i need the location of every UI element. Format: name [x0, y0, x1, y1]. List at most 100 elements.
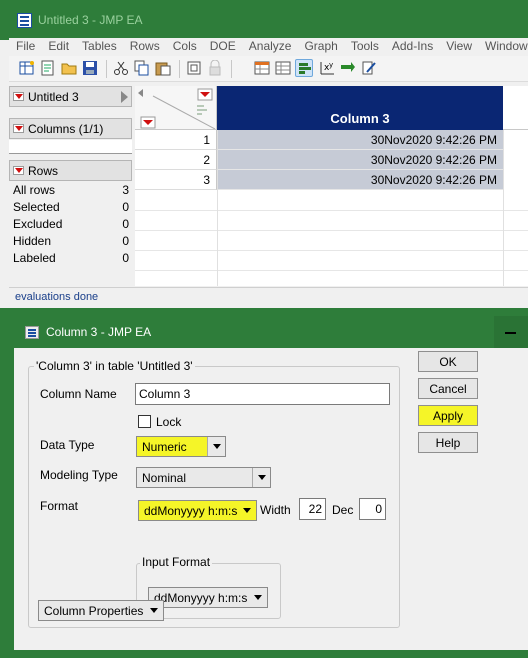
grid-line	[135, 230, 528, 231]
lock-icon[interactable]	[206, 59, 224, 77]
columns-list[interactable]	[9, 140, 132, 154]
stat-value: 0	[122, 251, 129, 265]
stat-name: Hidden	[13, 234, 52, 248]
stat-name: Labeled	[13, 251, 56, 265]
lock-checkbox[interactable]	[138, 415, 151, 428]
column-properties-label: Column Properties	[44, 604, 144, 618]
menu-graph[interactable]: Graph	[297, 38, 343, 56]
collapse-arrow-icon[interactable]	[121, 91, 128, 103]
grid-line	[217, 130, 218, 286]
minimize-button[interactable]	[494, 316, 528, 348]
fit-model-icon[interactable]	[339, 59, 357, 77]
data-type-label: Data Type	[40, 438, 95, 452]
format-select[interactable]: ddMonyyyy h:m:s	[138, 500, 257, 521]
menu-analyze[interactable]: Analyze	[242, 38, 298, 56]
rows-stat-labeled: Labeled 0	[13, 251, 129, 268]
main-window: Untitled 3 - JMP EA File Edit Tables Row…	[0, 0, 528, 308]
table-name-label: Untitled 3	[28, 90, 79, 104]
stat-value: 0	[122, 217, 129, 231]
fit-y-by-x-icon[interactable]: xy	[318, 59, 336, 77]
red-triangle-menu-icon[interactable]	[13, 166, 24, 175]
apply-button[interactable]: Apply	[418, 405, 478, 426]
columns-panel-header[interactable]: Columns (1/1)	[9, 118, 132, 139]
main-title-bar: Untitled 3 - JMP EA	[0, 0, 528, 40]
menu-tables[interactable]: Tables	[75, 38, 123, 56]
row-number[interactable]: 3	[135, 170, 217, 190]
row-number[interactable]: 2	[135, 150, 217, 170]
row-number[interactable]: 1	[135, 130, 217, 150]
format-value: ddMonyyyy h:m:s	[144, 504, 238, 518]
empty-column-header	[503, 86, 528, 130]
grid-line	[135, 250, 528, 251]
grid-line	[503, 130, 504, 286]
input-format-label: Input Format	[140, 555, 213, 569]
menu-add-ins[interactable]: Add-Ins	[385, 38, 439, 56]
menu-cols[interactable]: Cols	[166, 38, 203, 56]
stat-name: Selected	[13, 200, 60, 214]
rows-stat-excluded: Excluded 0	[13, 217, 129, 234]
data-grid-icon[interactable]	[253, 59, 271, 77]
menu-file[interactable]: File	[9, 38, 41, 56]
ok-button[interactable]: OK	[418, 351, 478, 372]
column-properties-button[interactable]: Column Properties	[38, 600, 164, 621]
stat-name: Excluded	[13, 217, 63, 231]
help-button[interactable]: Help	[418, 432, 478, 453]
table-cell[interactable]: 30Nov2020 9:42:26 PM	[217, 130, 503, 150]
dialog-title-bar[interactable]: Column 3 - JMP EA	[8, 316, 528, 348]
menu-tools[interactable]: Tools	[344, 38, 385, 56]
chevron-down-icon	[145, 601, 163, 620]
input-format-select[interactable]: ddMonyyyy h:m:s	[148, 587, 268, 608]
menu-edit[interactable]: Edit	[41, 38, 75, 56]
data-type-select[interactable]: Numeric	[136, 436, 226, 457]
new-data-table-icon[interactable]	[18, 59, 36, 77]
dec-label: Dec	[332, 503, 354, 517]
menu-doe[interactable]: DOE	[203, 38, 242, 56]
cut-icon[interactable]	[112, 59, 130, 77]
table-cell[interactable]: 30Nov2020 9:42:26 PM	[217, 150, 503, 170]
open-icon[interactable]	[60, 59, 78, 77]
dec-field[interactable]: 0	[359, 498, 386, 520]
save-icon[interactable]	[81, 59, 99, 77]
menu-rows[interactable]: Rows	[123, 38, 166, 56]
stat-name: All rows	[13, 183, 56, 197]
rows-panel-label: Rows	[28, 164, 59, 178]
column-info-dialog: Column 3 - JMP EA 'Column 3' in table 'U…	[8, 316, 528, 658]
modeling-type-select[interactable]: Nominal	[136, 467, 271, 488]
columns-panel-label: Columns (1/1)	[28, 122, 104, 136]
new-script-icon[interactable]	[39, 59, 57, 77]
toolbar-separator	[106, 60, 107, 78]
red-triangle-menu-icon[interactable]	[13, 92, 24, 101]
dialog-body: 'Column 3' in table 'Untitled 3' Column …	[14, 348, 528, 650]
data-grid[interactable]: Column 3 1 30Nov2020 9:42:26 PM 2 30Nov2…	[135, 86, 528, 286]
menu-window[interactable]: Window	[478, 38, 528, 56]
toolbar-separator	[231, 60, 232, 78]
width-label: Width	[260, 503, 291, 517]
chevron-down-icon	[249, 588, 267, 607]
stat-value: 0	[122, 234, 129, 248]
rows-stat-hidden: Hidden 0	[13, 234, 129, 251]
menu-view[interactable]: View	[439, 38, 478, 56]
journal-icon[interactable]	[185, 59, 203, 77]
column-header[interactable]: Column 3	[217, 86, 503, 130]
rows-panel-header[interactable]: Rows	[9, 160, 132, 181]
column-name-field[interactable]: Column 3	[135, 383, 390, 405]
width-field[interactable]: 22	[299, 498, 326, 520]
grid-line	[135, 270, 528, 271]
paste-icon[interactable]	[154, 59, 172, 77]
menu-bar: File Edit Tables Rows Cols DOE Analyze G…	[9, 38, 528, 56]
cancel-button[interactable]: Cancel	[418, 378, 478, 399]
lock-label: Lock	[156, 415, 182, 429]
table-panel-header[interactable]: Untitled 3	[9, 86, 132, 107]
grid-corner[interactable]	[135, 86, 217, 130]
svg-text:y: y	[329, 61, 333, 69]
table-icon[interactable]	[274, 59, 292, 77]
distribution-icon[interactable]	[295, 59, 313, 77]
jmp-table-icon	[17, 13, 32, 28]
column-settings-group: 'Column 3' in table 'Untitled 3' Column …	[28, 359, 400, 628]
copy-icon[interactable]	[133, 59, 151, 77]
red-triangle-menu-icon[interactable]	[13, 124, 24, 133]
table-cell[interactable]: 30Nov2020 9:42:26 PM	[217, 170, 503, 190]
main-window-title: Untitled 3 - JMP EA	[38, 13, 143, 27]
toolbar-separator	[179, 60, 180, 78]
customize-icon[interactable]	[360, 59, 378, 77]
